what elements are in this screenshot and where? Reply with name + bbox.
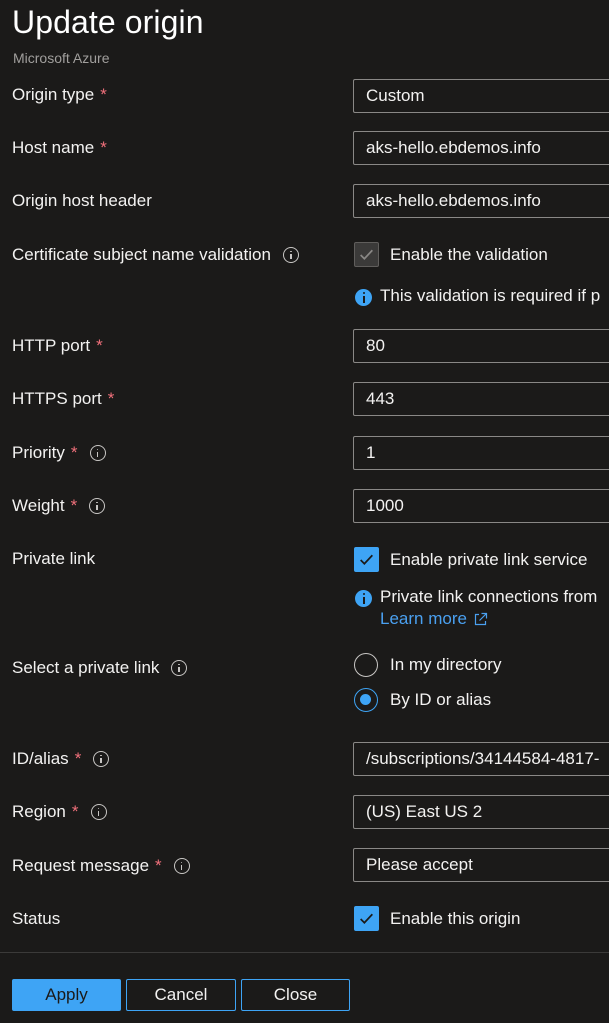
cert-validation-label-text: Certificate subject name validation [12,245,271,264]
radio-in-my-directory-label: In my directory [390,655,502,674]
id-alias-label: ID/alias * [12,749,110,769]
host-name-label: Host name * [12,138,107,158]
request-message-value: Please accept [366,855,473,874]
http-port-input[interactable]: 80 [353,329,609,363]
weight-label: Weight * [12,496,106,516]
status-checkbox[interactable] [354,906,379,931]
required-marker: * [100,85,107,104]
info-filled-icon [355,289,372,306]
required-marker: * [100,138,107,157]
https-port-input[interactable]: 443 [353,382,609,416]
private-link-checkbox-label: Enable private link service [390,549,588,569]
http-port-label: HTTP port * [12,336,103,356]
http-port-label-text: HTTP port [12,336,91,355]
page-title: Update origin [12,4,204,40]
id-alias-value: /subscriptions/34144584-4817- [366,749,600,768]
checkmark-icon [360,913,373,924]
radio-button[interactable] [354,653,378,677]
origin-host-header-value: aks-hello.ebdemos.info [366,191,541,210]
close-button[interactable]: Close [241,979,350,1011]
private-link-note-text: Private link connections from [380,587,598,606]
cert-validation-checkbox[interactable] [354,242,379,267]
https-port-label-text: HTTPS port [12,389,102,408]
private-link-checkbox-row[interactable]: Enable private link service [354,547,587,572]
private-link-checkbox[interactable] [354,547,379,572]
http-port-value: 80 [366,336,385,355]
request-message-input[interactable]: Please accept [353,848,609,882]
weight-label-text: Weight [12,496,65,515]
cert-validation-checkbox-label: Enable the validation [390,244,548,264]
region-value: (US) East US 2 [366,802,483,821]
https-port-label: HTTPS port * [12,389,114,409]
priority-input[interactable]: 1 [353,436,609,470]
cert-validation-note-text: This validation is required if p [380,286,601,305]
status-checkbox-row[interactable]: Enable this origin [354,906,520,931]
checkmark-icon [360,554,373,565]
status-checkbox-label: Enable this origin [390,908,521,928]
priority-value: 1 [366,443,376,462]
radio-by-id-or-alias[interactable]: By ID or alias [354,688,491,712]
info-icon[interactable] [173,858,190,874]
host-name-label-text: Host name [12,138,95,157]
status-label-text: Status [12,909,61,928]
info-icon[interactable] [282,247,299,263]
external-link-icon [474,612,488,625]
host-name-input[interactable]: aks-hello.ebdemos.info [353,131,609,165]
checkmark-icon [360,249,373,260]
private-link-note: Private link connections from Learn more [355,587,597,629]
footer-divider [0,952,609,953]
region-label-text: Region [12,802,66,821]
info-icon[interactable] [89,498,106,514]
cancel-button[interactable]: Cancel [126,979,236,1011]
select-private-link-label-text: Select a private link [12,658,160,677]
radio-in-my-directory[interactable]: In my directory [354,653,501,677]
origin-host-header-input[interactable]: aks-hello.ebdemos.info [353,184,609,218]
id-alias-input[interactable]: /subscriptions/34144584-4817- [353,742,609,776]
cert-validation-label: Certificate subject name validation [12,245,299,265]
origin-host-header-label-text: Origin host header [12,191,152,210]
origin-type-label-text: Origin type [12,85,95,104]
origin-type-label: Origin type * [12,85,107,105]
origin-type-value: Custom [366,86,425,105]
priority-label: Priority * [12,443,106,463]
request-message-label-text: Request message [12,856,150,875]
info-icon[interactable] [93,751,110,767]
select-private-link-label: Select a private link [12,658,188,678]
private-link-label-text: Private link [12,549,96,568]
origin-host-header-label: Origin host header [12,191,152,211]
required-marker: * [70,496,78,515]
apply-button[interactable]: Apply [12,979,121,1011]
required-marker: * [71,802,79,821]
info-icon[interactable] [90,804,107,820]
required-marker: * [155,856,162,875]
region-label: Region * [12,802,107,822]
region-dropdown[interactable]: (US) East US 2 [353,795,609,829]
page-subtitle: Microsoft Azure [13,50,110,66]
required-marker: * [96,336,103,355]
weight-value: 1000 [366,496,404,515]
learn-more-text: Learn more [380,609,467,628]
required-marker: * [70,443,78,462]
info-icon[interactable] [89,445,106,461]
info-icon[interactable] [171,660,188,676]
required-marker: * [74,749,82,768]
info-filled-icon [355,590,372,607]
id-alias-label-text: ID/alias [12,749,69,768]
origin-type-field[interactable]: Custom [353,79,609,113]
https-port-value: 443 [366,389,395,408]
weight-input[interactable]: 1000 [353,489,609,523]
status-label: Status [12,909,60,929]
radio-button-selected[interactable] [354,688,378,712]
request-message-label: Request message * [12,856,190,876]
host-name-value: aks-hello.ebdemos.info [366,138,541,157]
update-origin-panel: Update origin Microsoft Azure Origin typ… [0,0,609,1023]
radio-by-id-or-alias-label: By ID or alias [390,690,492,709]
cert-validation-checkbox-row[interactable]: Enable the validation [354,242,548,267]
cert-validation-note: This validation is required if p [355,286,600,306]
required-marker: * [107,389,115,408]
private-link-label: Private link [12,549,95,569]
learn-more-link[interactable]: Learn more [380,609,488,629]
priority-label-text: Priority [12,443,65,462]
